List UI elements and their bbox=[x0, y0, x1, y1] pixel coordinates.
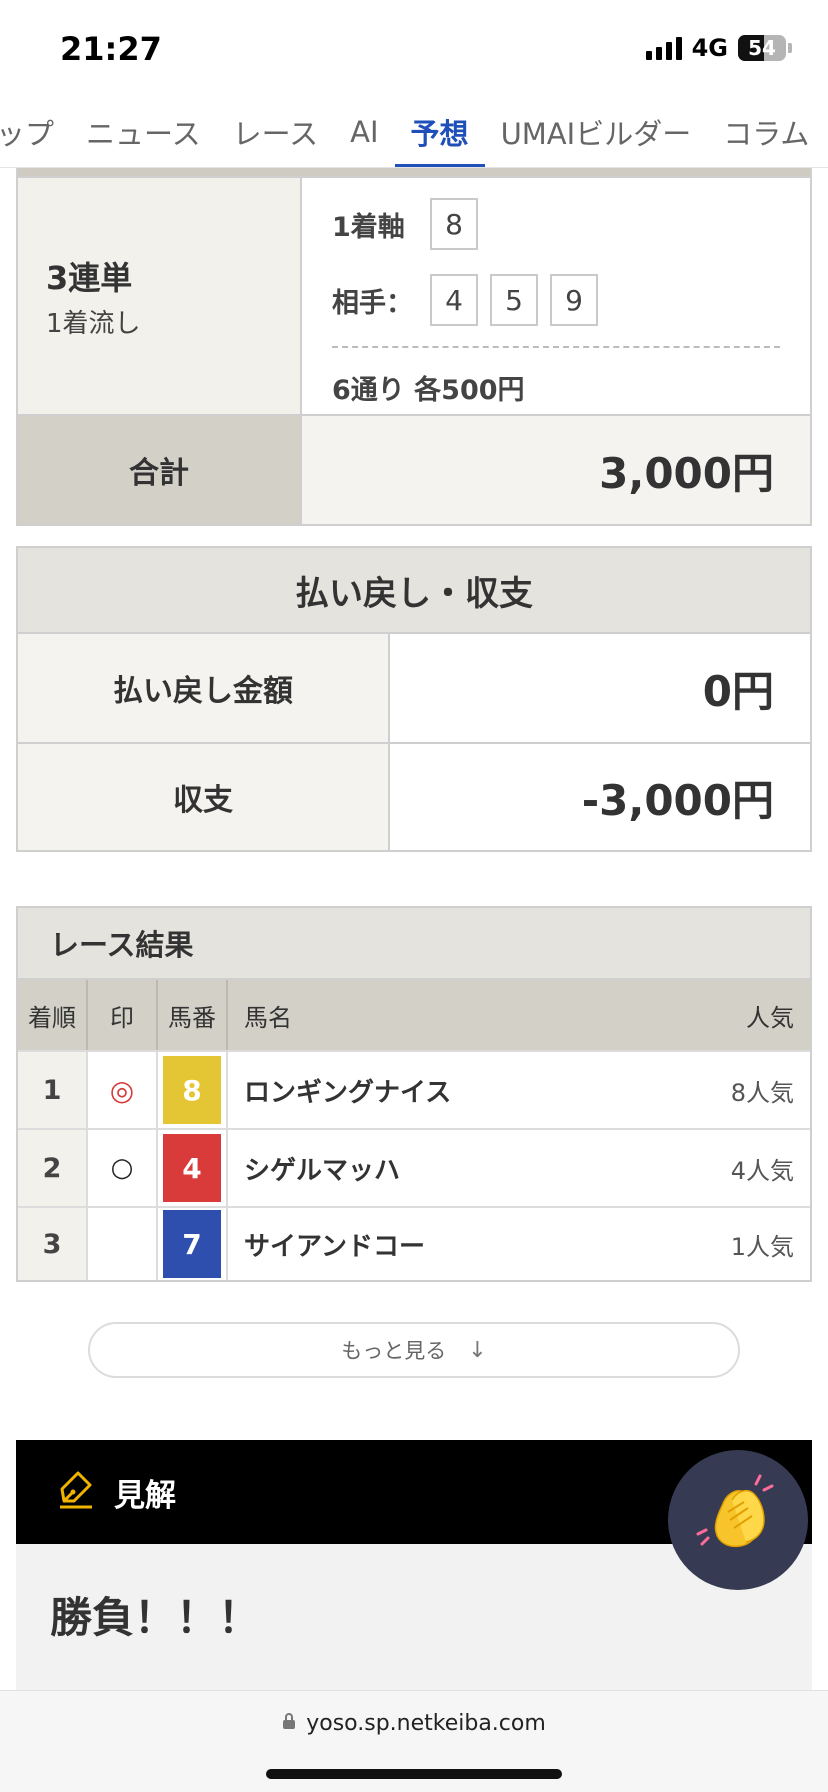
nav-tab[interactable]: レース bbox=[217, 96, 335, 167]
bet-method: 1着流し bbox=[46, 308, 141, 339]
prediction-mark bbox=[88, 1208, 158, 1280]
partner-label: 相手： bbox=[332, 287, 413, 319]
horse-name[interactable]: シゲルマッハ bbox=[228, 1130, 650, 1206]
bet-detail-row: 3連単 1着流し 1着軸 8 相手： 4 5 9 6通り 各500円 bbox=[16, 176, 812, 416]
header-rank: 着順 bbox=[18, 980, 88, 1050]
nav-tab[interactable]: 予想 bbox=[394, 96, 485, 167]
category-nav: ップニュースレースAI予想UMAIビルダーコラムne bbox=[0, 96, 828, 168]
horse-number-badge: 7 bbox=[163, 1210, 221, 1278]
opinion-title: 見解 bbox=[114, 1477, 176, 1514]
prediction-mark-symbol: ○ bbox=[110, 1153, 134, 1183]
nav-tab-list: ップニュースレースAI予想UMAIビルダーコラムne bbox=[0, 96, 828, 167]
bet-selection-cell: 1着軸 8 相手： 4 5 9 6通り 各500円 bbox=[302, 178, 810, 414]
race-result-title: レース結果 bbox=[18, 908, 810, 980]
horse-number-cell: 8 bbox=[158, 1052, 228, 1128]
url-display[interactable]: yoso.sp.netkeiba.com bbox=[0, 1711, 828, 1736]
lock-icon bbox=[282, 1711, 296, 1736]
balance-row: 収支 -3,000円 bbox=[18, 742, 810, 850]
home-indicator[interactable] bbox=[266, 1769, 562, 1779]
horse-number-cell: 4 bbox=[158, 1130, 228, 1206]
prediction-mark: ○ bbox=[88, 1130, 158, 1206]
header-name: 馬名 bbox=[244, 1003, 292, 1032]
axis-line: 1着軸 8 bbox=[332, 198, 780, 250]
network-type: 4G bbox=[691, 34, 728, 62]
finish-rank: 3 bbox=[18, 1208, 88, 1280]
show-more-label: もっと見る bbox=[341, 1339, 447, 1363]
combination-summary: 6通り 各500円 bbox=[332, 375, 525, 406]
horse-number-cell: 7 bbox=[158, 1208, 228, 1280]
total-value: 3,000円 bbox=[302, 416, 810, 524]
bet-type: 3連単 bbox=[46, 258, 133, 297]
partner-number: 4 bbox=[430, 274, 478, 326]
nav-tab[interactable]: AI bbox=[334, 96, 394, 167]
clapping-hands-icon bbox=[692, 1472, 784, 1568]
browser-url-bar[interactable]: yoso.sp.netkeiba.com bbox=[0, 1690, 828, 1792]
table-row: 1 ◎ 8 ロンギングナイス 8人気 bbox=[18, 1050, 810, 1128]
header-mark: 印 bbox=[88, 980, 158, 1050]
bet-table-header-edge bbox=[16, 168, 812, 176]
balance-label: 収支 bbox=[18, 744, 390, 850]
cellular-signal-icon bbox=[645, 36, 682, 60]
status-bar: 21:27 4G 54 bbox=[0, 0, 828, 96]
payout-value: 0円 bbox=[390, 634, 810, 742]
payout-label: 払い戻し金額 bbox=[18, 634, 390, 742]
payout-title: 払い戻し・収支 bbox=[18, 548, 810, 634]
prediction-mark: ◎ bbox=[88, 1052, 158, 1128]
partner-number: 9 bbox=[550, 274, 598, 326]
status-indicators: 4G 54 bbox=[645, 34, 792, 62]
header-popularity: 人気 bbox=[746, 1003, 794, 1032]
pen-icon bbox=[52, 1467, 98, 1517]
battery-percent: 54 bbox=[748, 36, 776, 60]
status-time: 21:27 bbox=[60, 30, 162, 68]
horse-name[interactable]: ロンギングナイス bbox=[228, 1052, 650, 1128]
nav-tab[interactable]: コラム bbox=[707, 96, 825, 167]
popularity: 4人気 bbox=[730, 1156, 794, 1185]
total-label: 合計 bbox=[18, 416, 302, 524]
arrow-down-icon: ↓ bbox=[468, 1337, 487, 1363]
battery-tip bbox=[788, 43, 792, 53]
balance-value: -3,000円 bbox=[390, 744, 810, 850]
race-result-table: レース結果 着順 印 馬番 馬名 人気 1 ◎ 8 ロンギングナイス 8人気 2 ○ 4 シゲル… bbox=[16, 906, 812, 1282]
nav-tab[interactable]: ップ bbox=[0, 96, 70, 167]
bet-type-cell: 3連単 1着流し bbox=[18, 178, 302, 414]
partner-line: 相手： 4 5 9 bbox=[332, 274, 780, 326]
horse-number-badge: 4 bbox=[163, 1134, 221, 1202]
horse-number-badge: 8 bbox=[163, 1056, 221, 1124]
horse-name[interactable]: サイアンドコー bbox=[228, 1208, 650, 1280]
nav-tab[interactable]: ニュース bbox=[70, 96, 217, 167]
table-row: 3 7 サイアンドコー 1人気 bbox=[18, 1206, 810, 1280]
payout-table: 払い戻し・収支 払い戻し金額 0円 収支 -3,000円 bbox=[16, 546, 812, 852]
popularity: 8人気 bbox=[730, 1078, 794, 1107]
axis-label: 1着軸 bbox=[332, 211, 405, 243]
show-more-button[interactable]: もっと見る ↓ bbox=[88, 1322, 740, 1378]
popularity: 1人気 bbox=[730, 1232, 794, 1261]
finish-rank: 1 bbox=[18, 1052, 88, 1128]
url-text: yoso.sp.netkeiba.com bbox=[306, 1711, 546, 1736]
nav-tab[interactable]: UMAIビルダー bbox=[485, 96, 708, 167]
divider bbox=[332, 346, 780, 348]
table-header-row: 着順 印 馬番 馬名 人気 bbox=[18, 980, 810, 1050]
header-number: 馬番 bbox=[158, 980, 228, 1050]
opinion-text: 勝負！！！ bbox=[50, 1593, 261, 1642]
battery-icon: 54 bbox=[738, 35, 786, 61]
partner-number: 5 bbox=[490, 274, 538, 326]
prediction-mark-symbol: ◎ bbox=[109, 1073, 135, 1107]
total-row: 合計 3,000円 bbox=[16, 416, 812, 526]
payout-row: 払い戻し金額 0円 bbox=[18, 634, 810, 742]
finish-rank: 2 bbox=[18, 1130, 88, 1206]
clap-button[interactable] bbox=[668, 1450, 808, 1590]
axis-number: 8 bbox=[430, 198, 478, 250]
table-row: 2 ○ 4 シゲルマッハ 4人気 bbox=[18, 1128, 810, 1206]
